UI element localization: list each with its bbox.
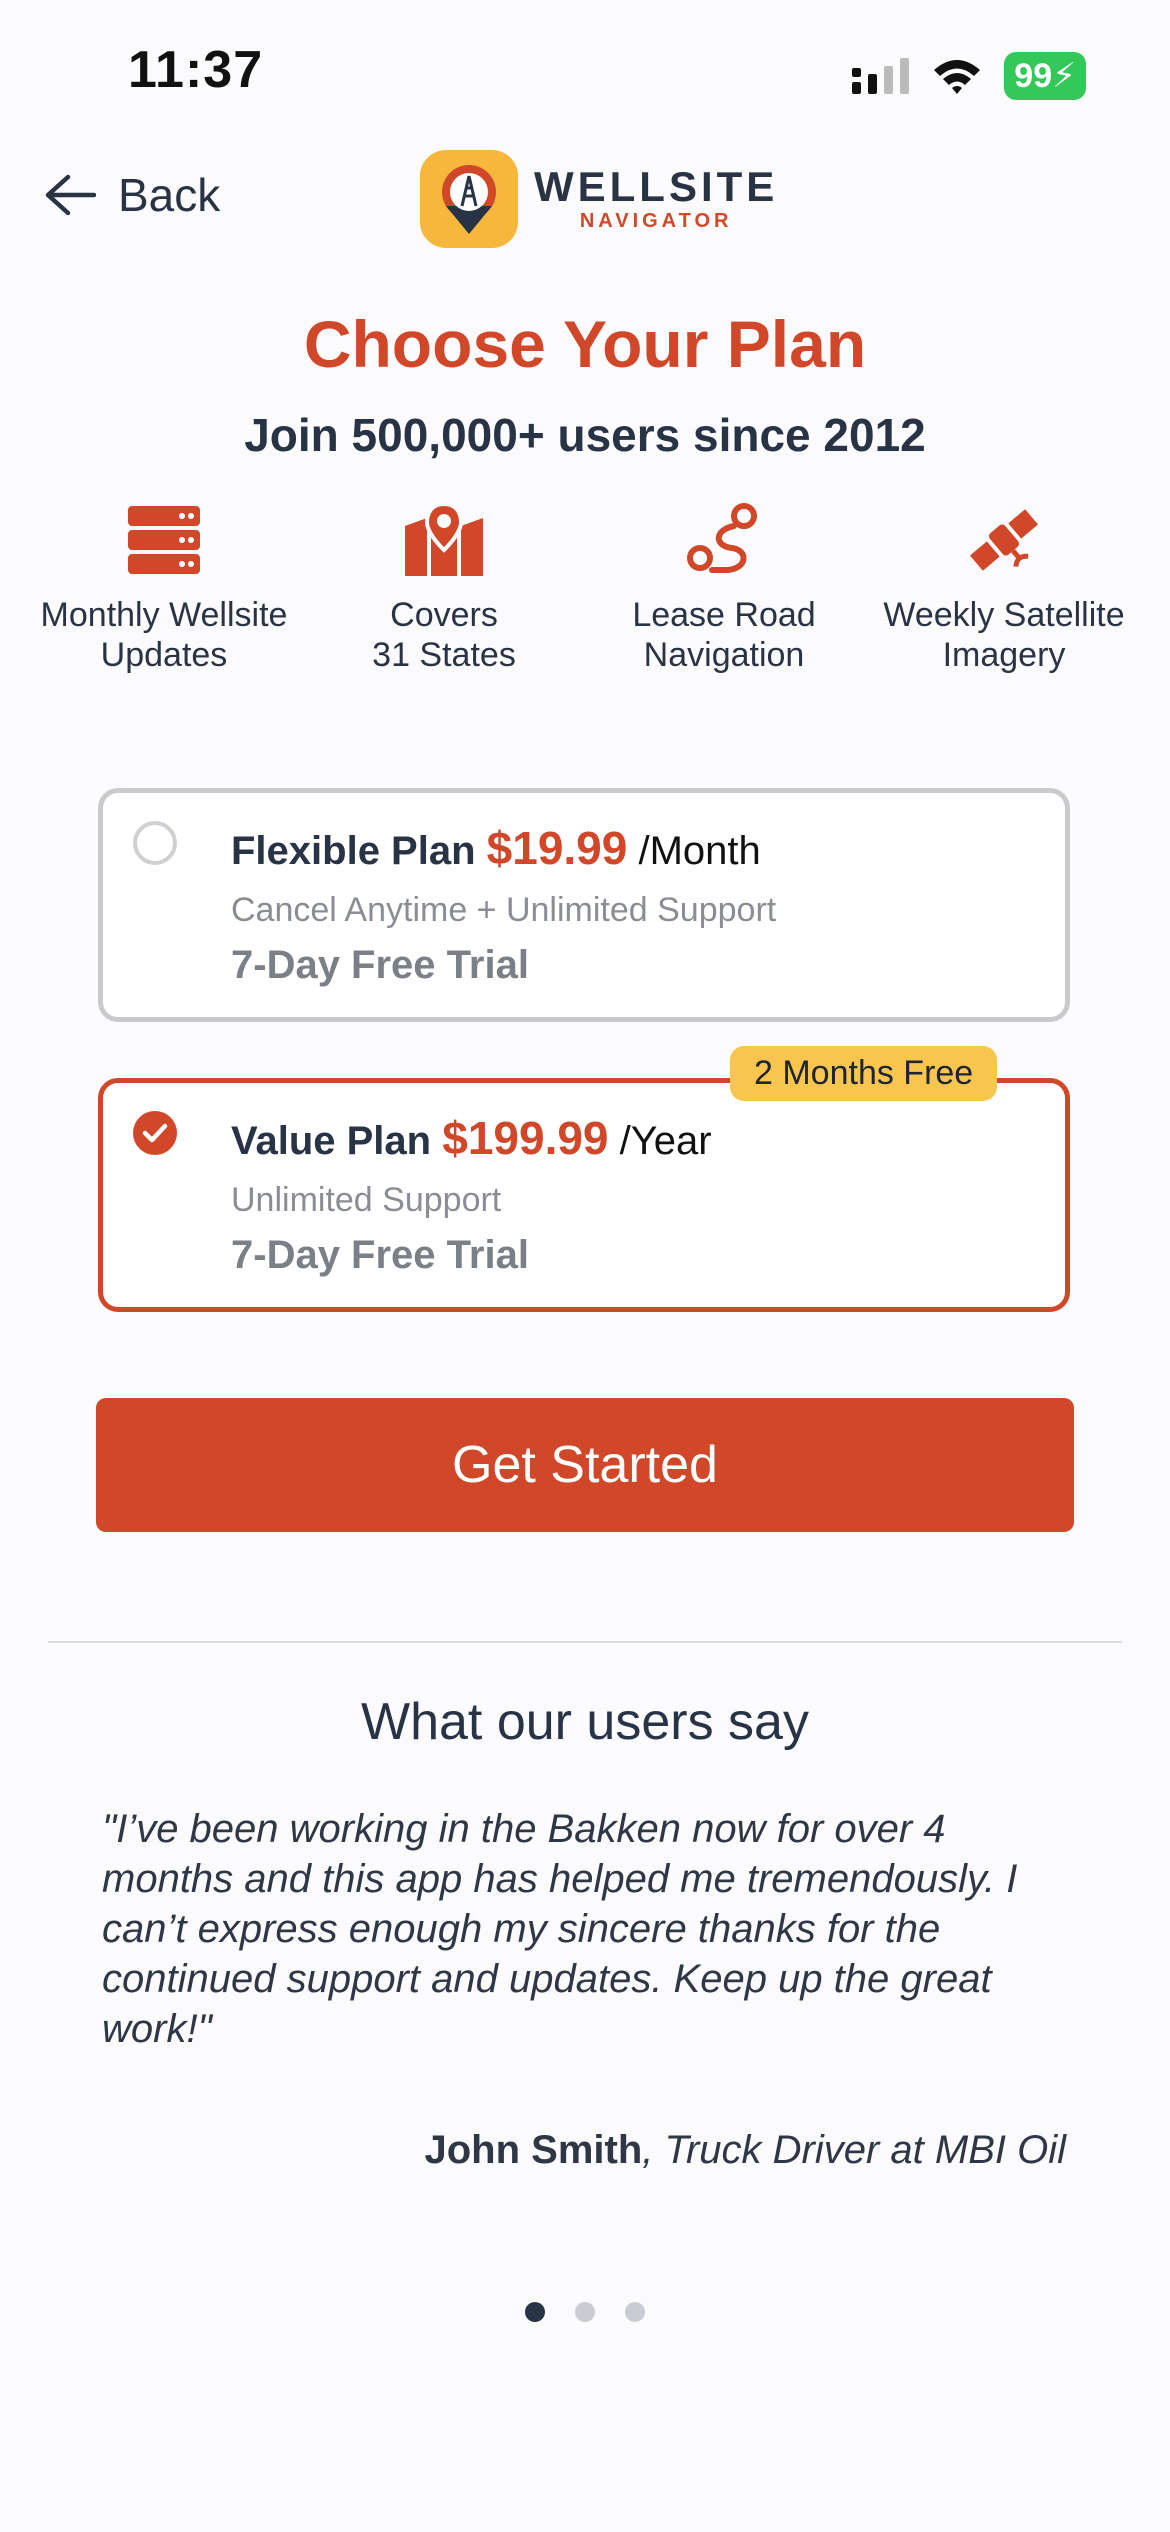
feature-item: Lease Road Navigation (584, 495, 864, 675)
page-subtitle: Join 500,000+ users since 2012 (244, 409, 926, 461)
map-pin-icon (405, 501, 483, 576)
plan-price: $199.99 (442, 1112, 609, 1164)
plan-header: Value Plan $199.99 /Year (231, 1111, 712, 1165)
plan-card-value[interactable]: Value Plan $199.99 /Year Unlimited Suppo… (98, 1078, 1070, 1312)
plan-period: /Month (638, 829, 761, 873)
plan-price: $19.99 (486, 822, 628, 874)
feature-list: Monthly Wellsite Updates Covers 31 State… (24, 495, 1146, 675)
back-arrow-icon (45, 174, 96, 216)
author-role: , Truck Driver at MBI Oil (642, 2128, 1066, 2172)
feature-label: Covers 31 States (372, 595, 516, 675)
plan-trial: 7-Day Free Trial (231, 943, 529, 987)
author-name: John Smith (424, 2128, 643, 2172)
back-button[interactable]: Back (44, 168, 220, 222)
feature-label: Weekly Satellite Imagery (883, 595, 1124, 675)
feature-label-line2: Imagery (942, 636, 1066, 674)
plan-card-flexible[interactable]: Flexible Plan $19.99 /Month Cancel Anyti… (98, 788, 1070, 1022)
logo-line1: WELLSITE (534, 162, 779, 210)
app-logo: WELLSITE NAVIGATOR (420, 150, 778, 248)
wifi-icon (934, 60, 981, 94)
feature-item: Covers 31 States (304, 495, 584, 675)
radio-selected[interactable] (133, 1111, 177, 1155)
feature-label-line1: Weekly Satellite (883, 596, 1125, 634)
feature-label-line1: Covers (390, 596, 498, 634)
battery-indicator: 99⚡ (1004, 52, 1086, 100)
cellular-signal-icon (852, 58, 910, 94)
promo-badge: 2 Months Free (730, 1046, 998, 1101)
page-dot[interactable] (625, 2302, 645, 2322)
plan-trial: 7-Day Free Trial (231, 1233, 529, 1277)
plan-name: Value Plan (231, 1119, 432, 1163)
plan-header: Flexible Plan $19.99 /Month (231, 821, 761, 875)
logo-badge (420, 150, 518, 248)
logo-line2: NAVIGATOR (579, 209, 733, 232)
testimonial-quote: "I’ve been working in the Bakken now for… (102, 1807, 1018, 2051)
feature-item: Weekly Satellite Imagery (864, 495, 1144, 675)
route-icon (687, 503, 757, 573)
satellite-icon (969, 509, 1039, 571)
page-dot-active[interactable] (525, 2302, 545, 2322)
battery-level: 99 (1014, 57, 1053, 95)
page-title: Choose Your Plan (303, 307, 867, 381)
section-divider (48, 1641, 1122, 1643)
feature-label-line1: Lease Road (632, 596, 816, 634)
plan-detail: Cancel Anytime + Unlimited Support (231, 891, 777, 929)
back-label: Back (118, 169, 221, 221)
feature-label-line2: Navigation (643, 636, 805, 674)
get-started-button[interactable]: Get Started (96, 1398, 1074, 1532)
testimonial-author: John Smith, Truck Driver at MBI Oil (424, 2128, 1066, 2173)
page-dot[interactable] (575, 2302, 595, 2322)
logo-wordmark: WELLSITE NAVIGATOR (534, 162, 779, 233)
feature-label: Lease Road Navigation (632, 595, 815, 675)
server-icon (128, 506, 200, 574)
feature-label-line2: Updates (100, 636, 228, 674)
plan-period: /Year (619, 1119, 712, 1163)
feature-label-line2: 31 States (372, 636, 516, 674)
feature-label: Monthly Wellsite Updates (41, 595, 288, 675)
radio-unselected[interactable] (133, 821, 177, 865)
status-icons: 99⚡ (852, 52, 1086, 100)
plan-detail: Unlimited Support (231, 1181, 502, 1219)
derrick-pin-icon (442, 165, 496, 234)
carousel-pagination (0, 2302, 1170, 2322)
status-time: 11:37 (128, 41, 264, 99)
testimonials-title: What our users say (361, 1693, 809, 1751)
plan-name: Flexible Plan (231, 829, 476, 873)
feature-item: Monthly Wellsite Updates (24, 495, 304, 675)
checkmark-icon (142, 1123, 168, 1143)
feature-label-line1: Monthly Wellsite (40, 596, 288, 634)
